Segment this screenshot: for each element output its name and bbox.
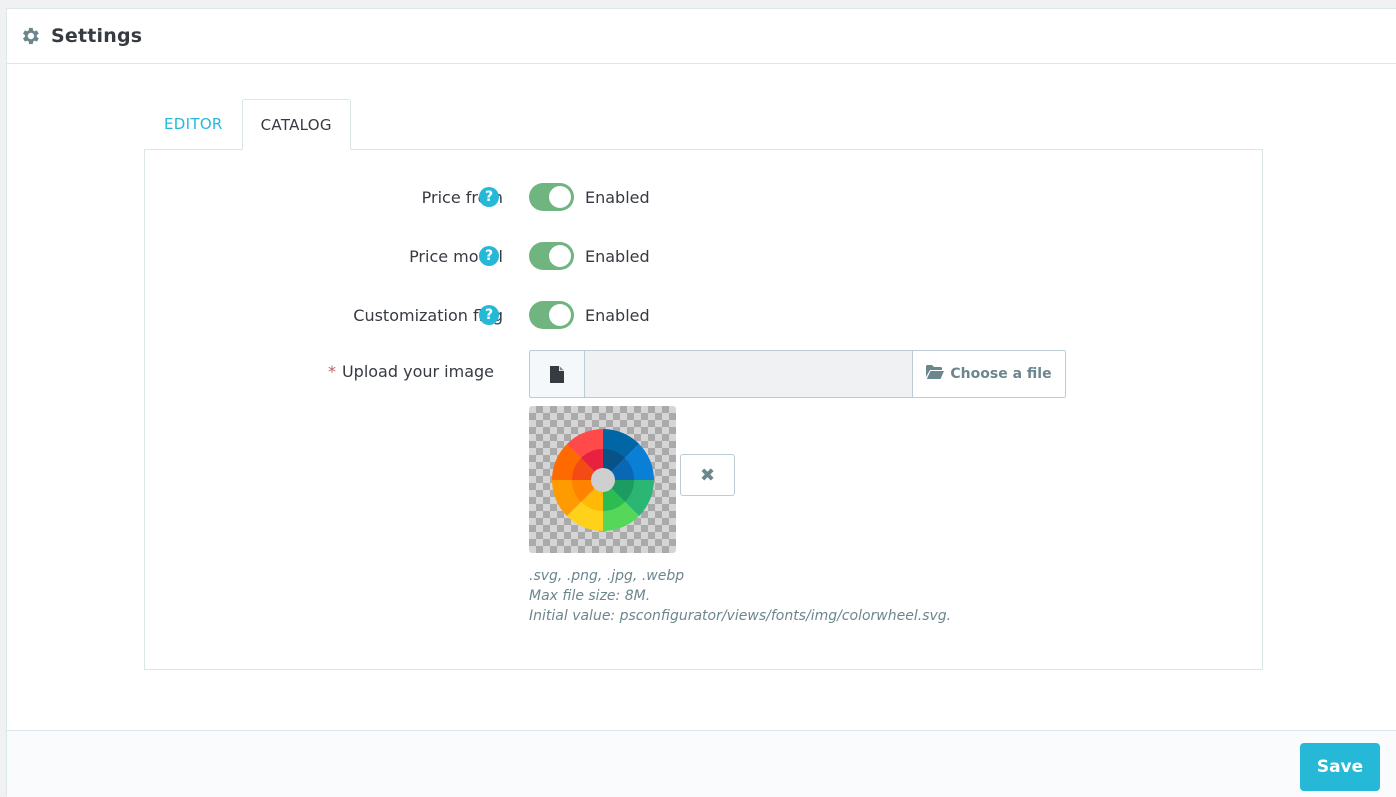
help-icon[interactable]: ? (479, 246, 499, 266)
upload-hint-max-size: Max file size: 8M. (529, 588, 651, 604)
customization-flag-switch[interactable] (529, 301, 574, 329)
price-from-row: Price from ? Enabled (145, 177, 1262, 217)
help-icon[interactable]: ? (479, 187, 499, 207)
switch-knob (549, 304, 571, 326)
price-model-row: Price model ? Enabled (145, 236, 1262, 276)
settings-panel: Settings EDITOR CATALOG Price from ? Ena… (6, 8, 1396, 797)
image-preview (529, 406, 676, 553)
customization-flag-state: Enabled (585, 305, 650, 325)
colorwheel-image (551, 428, 654, 531)
catalog-tab-content: Price from ? Enabled Price model ? Enabl… (144, 149, 1263, 670)
choose-file-button[interactable]: Choose a file (912, 351, 1065, 397)
choose-file-label: Choose a file (950, 366, 1052, 382)
save-button[interactable]: Save (1300, 743, 1380, 791)
panel-footer: Save (7, 730, 1396, 797)
upload-image-label-text: Upload your image (341, 361, 494, 381)
file-upload-group: Choose a file (529, 350, 1066, 398)
folder-open-icon (926, 365, 945, 383)
price-model-switch[interactable] (529, 242, 574, 270)
upload-hint-initial-value: Initial value: psconfigurator/views/font… (529, 608, 952, 624)
file-name-input[interactable] (585, 351, 912, 397)
price-from-state: Enabled (585, 187, 650, 207)
tab-catalog[interactable]: CATALOG (241, 99, 351, 150)
price-model-state: Enabled (585, 246, 650, 266)
upload-hint-formats: .svg, .png, .jpg, .webp (529, 568, 685, 584)
required-marker: * (327, 361, 336, 381)
settings-tabs: EDITOR CATALOG (145, 99, 351, 150)
help-icon[interactable]: ? (479, 305, 499, 325)
close-icon: ✖ (699, 464, 716, 486)
file-icon (530, 351, 585, 397)
page-title: Settings (51, 25, 143, 47)
customization-flag-row: Customization flag ? Enabled (145, 295, 1262, 335)
panel-heading: Settings (7, 9, 1396, 64)
upload-image-label: * Upload your image (328, 351, 494, 391)
switch-knob (549, 245, 571, 267)
gear-icon (19, 25, 41, 47)
switch-knob (549, 186, 571, 208)
price-from-switch[interactable] (529, 183, 574, 211)
tab-editor[interactable]: EDITOR (145, 99, 242, 149)
remove-image-button[interactable]: ✖ (680, 454, 735, 496)
